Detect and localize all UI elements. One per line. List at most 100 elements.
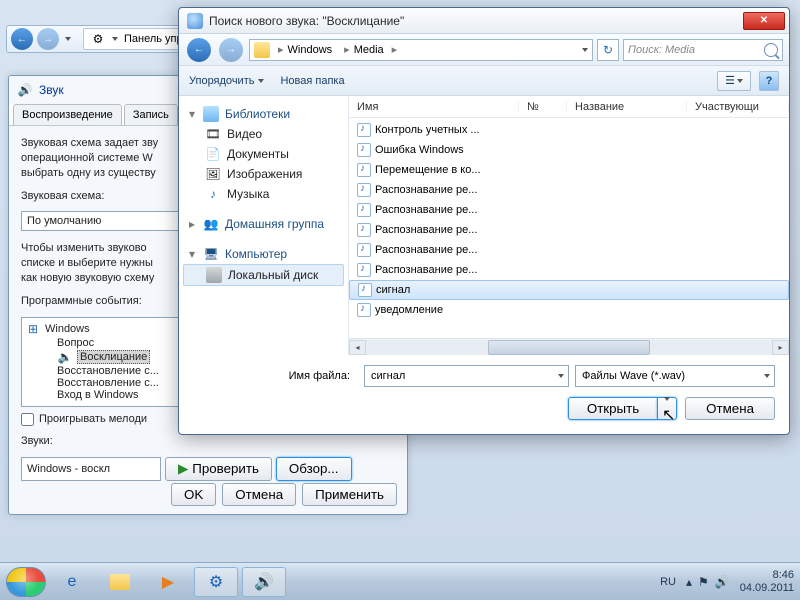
file-row[interactable]: Распознавание ре... <box>349 240 789 260</box>
col-no[interactable]: № <box>519 101 567 113</box>
audio-file-icon <box>358 283 372 297</box>
nav-item-video[interactable]: 🎞Видео <box>183 124 344 144</box>
nav-group-libraries[interactable]: ▾Библиотеки <box>183 104 344 124</box>
nav-item-local-disk[interactable]: Локальный диск <box>183 264 344 286</box>
file-name: Перемещение в ко... <box>375 164 481 176</box>
scroll-track[interactable] <box>366 340 772 355</box>
chevron-right-icon: ▸ <box>187 217 197 231</box>
close-button[interactable]: ✕ <box>743 12 785 30</box>
taskbar-item-media[interactable]: ▶ <box>146 567 190 597</box>
system-tray[interactable]: RU ▴ ⚑ 🔊 8:46 04.09.2011 <box>660 569 794 593</box>
apply-button[interactable]: Применить <box>302 483 397 506</box>
file-row[interactable]: Контроль учетных ... <box>349 120 789 140</box>
test-button[interactable]: ▶Проверить <box>165 457 272 481</box>
sound-title: Звук <box>39 83 64 97</box>
sounds-label: Звуки: <box>21 434 395 449</box>
nav-group-homegroup[interactable]: ▸👥Домашняя группа <box>183 214 344 234</box>
column-headers[interactable]: Имя № Название Участвующи <box>349 96 789 118</box>
language-indicator[interactable]: RU <box>660 576 676 588</box>
organize-button[interactable]: Упорядочить <box>189 75 264 87</box>
audio-file-icon <box>357 123 371 137</box>
flag-icon[interactable]: ⚑ <box>698 575 709 589</box>
list-icon: ☰ <box>725 74 735 87</box>
scroll-left-button[interactable]: ◂ <box>349 340 366 355</box>
start-button[interactable] <box>6 567 46 597</box>
new-folder-button[interactable]: Новая папка <box>280 75 344 87</box>
view-mode-button[interactable]: ☰ <box>717 71 751 91</box>
chevron-down-icon <box>664 397 670 416</box>
file-row[interactable]: Распознавание ре... <box>349 200 789 220</box>
sound-buttons: OK Отмена Применить <box>171 483 397 506</box>
play-icon: ▶ <box>178 461 188 477</box>
music-icon: ♪ <box>205 186 221 202</box>
taskbar[interactable]: e ▶ ⚙ 🔊 RU ▴ ⚑ 🔊 8:46 04.09.2011 <box>0 562 800 600</box>
history-dropdown-icon[interactable] <box>65 37 71 41</box>
dialog-title-bar[interactable]: Поиск нового звука: "Восклицание" ✕ <box>179 8 789 34</box>
chevron-down-icon[interactable] <box>764 374 770 378</box>
chevron-right-icon: ▸ <box>344 43 350 56</box>
sound-event-icon: 🔈 <box>57 349 73 365</box>
back-button[interactable]: ← <box>11 28 33 50</box>
file-row[interactable]: Распознавание ре... <box>349 220 789 240</box>
help-button[interactable]: ? <box>759 71 779 91</box>
file-list[interactable]: Контроль учетных ...Ошибка Windows Переме… <box>349 118 789 338</box>
breadcrumb[interactable]: ⚙ Панель упр <box>83 28 190 50</box>
col-name[interactable]: Имя <box>349 101 519 113</box>
nav-item-pictures[interactable]: 🖼Изображения <box>183 164 344 184</box>
file-name: уведомление <box>375 304 443 316</box>
taskbar-item-ie[interactable]: e <box>50 567 94 597</box>
cancel-button[interactable]: Отмена <box>222 483 296 506</box>
forward-button[interactable]: → <box>37 28 59 50</box>
checkbox[interactable] <box>21 413 34 426</box>
folder-icon <box>254 42 270 58</box>
horizontal-scrollbar[interactable]: ◂ ▸ <box>349 338 789 355</box>
taskbar-item-explorer[interactable] <box>98 567 142 597</box>
nav-group-computer[interactable]: ▾🖥Компьютер <box>183 244 344 264</box>
search-input[interactable]: Поиск: Media <box>623 39 783 61</box>
clock[interactable]: 8:46 04.09.2011 <box>740 569 794 593</box>
nav-item-music[interactable]: ♪Музыка <box>183 184 344 204</box>
scroll-thumb[interactable] <box>488 340 650 355</box>
taskbar-item-control-panel[interactable]: ⚙ <box>194 567 238 597</box>
forward-button[interactable]: → <box>219 38 243 62</box>
col-participants[interactable]: Участвующи <box>687 101 789 113</box>
scroll-right-button[interactable]: ▸ <box>772 340 789 355</box>
tray-up-icon[interactable]: ▴ <box>686 575 692 589</box>
file-row[interactable]: Перемещение в ко... <box>349 160 789 180</box>
sounds-value: Windows - воскл <box>27 463 110 475</box>
search-placeholder: Поиск: Media <box>628 44 695 56</box>
tab-record[interactable]: Запись <box>124 104 178 125</box>
media-icon: ▶ <box>162 572 174 592</box>
filetype-field[interactable]: Файлы Wave (*.wav) <box>575 365 775 387</box>
filename-field[interactable]: сигнал <box>364 365 569 387</box>
taskbar-item-sound[interactable]: 🔊 <box>242 567 286 597</box>
crumb-item[interactable]: Windows <box>288 44 333 56</box>
back-button[interactable]: ← <box>187 38 211 62</box>
browse-button[interactable]: Обзор... <box>276 457 352 481</box>
breadcrumb[interactable]: ▸Windows ▸Media▸ <box>249 39 593 61</box>
chevron-down-icon[interactable] <box>582 48 588 52</box>
open-button[interactable]: Открыть <box>568 397 657 420</box>
file-row[interactable]: сигнал <box>349 280 789 300</box>
ie-icon: e <box>68 573 77 591</box>
crumb-item[interactable]: Media <box>354 44 384 56</box>
search-icon <box>764 43 778 57</box>
file-row[interactable]: Распознавание ре... <box>349 260 789 280</box>
refresh-button[interactable]: ↻ <box>597 39 619 61</box>
scheme-combo[interactable]: По умолчанию <box>21 211 201 231</box>
volume-icon[interactable]: 🔊 <box>715 575 730 589</box>
sounds-combo[interactable]: Windows - воскл <box>21 457 161 481</box>
file-row[interactable]: Ошибка Windows <box>349 140 789 160</box>
col-title[interactable]: Название <box>567 101 687 113</box>
ok-button[interactable]: OK <box>171 483 216 506</box>
folder-icon <box>110 574 130 590</box>
nav-item-documents[interactable]: 📄Документы <box>183 144 344 164</box>
chevron-down-icon[interactable] <box>558 374 564 378</box>
file-row[interactable]: уведомление <box>349 300 789 320</box>
cancel-button[interactable]: Отмена <box>685 397 775 420</box>
open-dropdown-button[interactable] <box>657 397 677 420</box>
file-row[interactable]: Распознавание ре... <box>349 180 789 200</box>
file-name: Распознавание ре... <box>375 244 477 256</box>
tray-icons[interactable]: ▴ ⚑ 🔊 <box>686 575 730 589</box>
tab-playback[interactable]: Воспроизведение <box>13 104 122 125</box>
